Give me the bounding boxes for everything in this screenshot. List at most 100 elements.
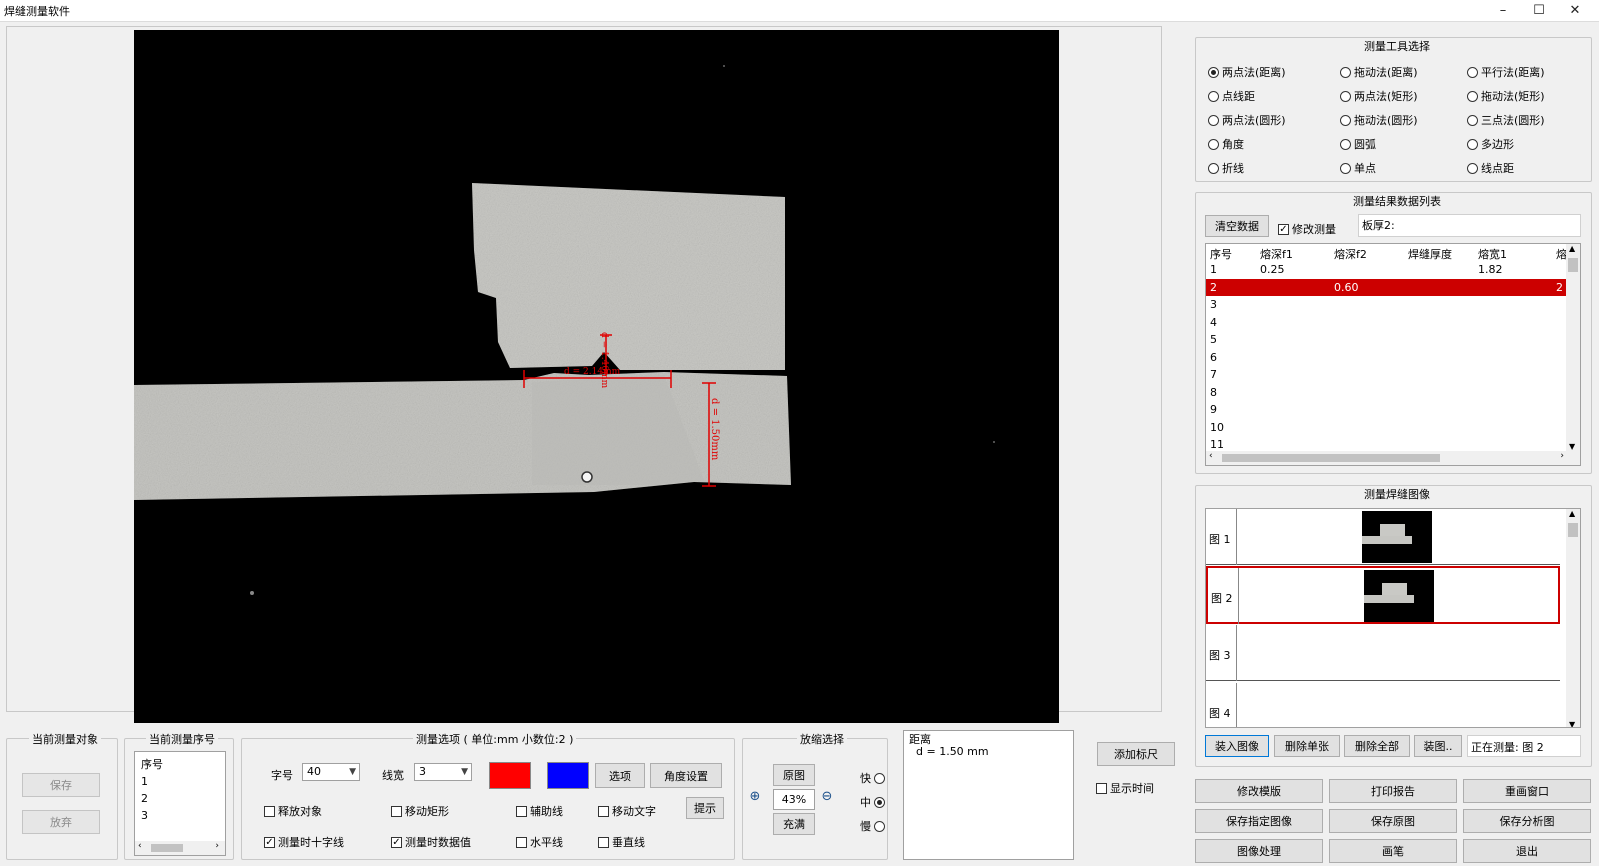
column-header[interactable]: 熔宽1 xyxy=(1478,246,1507,262)
table-row[interactable]: 9 xyxy=(1206,401,1580,418)
speed-slow-radio[interactable]: 慢 xyxy=(860,818,885,834)
action-button-1[interactable]: 打印报告 xyxy=(1329,779,1457,803)
table-row[interactable]: 6 xyxy=(1206,349,1580,366)
index-hscroll[interactable]: ‹ › xyxy=(135,841,225,855)
show-time-checkbox[interactable]: 显示时间 xyxy=(1096,780,1154,796)
option-checkbox-2[interactable]: 辅助线 xyxy=(516,803,563,819)
font-size-select[interactable]: 40 ▼ xyxy=(302,763,360,781)
zoom-in-icon[interactable]: ⊕ xyxy=(747,789,763,805)
column-header[interactable]: 焊缝厚度 xyxy=(1408,246,1452,262)
action-button-0[interactable]: 修改模版 xyxy=(1195,779,1323,803)
column-header[interactable]: 序号 xyxy=(1210,246,1232,262)
modify-measure-checkbox[interactable]: ✓ 修改测量 xyxy=(1278,221,1336,237)
primary-color-swatch[interactable] xyxy=(489,762,531,789)
tool-radio-10[interactable]: 圆弧 xyxy=(1340,136,1376,152)
marker-dot xyxy=(581,471,593,483)
tool-radio-9[interactable]: 角度 xyxy=(1208,136,1244,152)
index-list-item[interactable]: 1 xyxy=(141,773,219,790)
table-row[interactable]: 5 xyxy=(1206,331,1580,348)
option-checkbox-6[interactable]: 水平线 xyxy=(516,834,563,850)
angle-settings-button[interactable]: 角度设置 xyxy=(650,763,722,788)
table-row[interactable]: 1 0.25 1.82 xyxy=(1206,261,1580,278)
load-image-button[interactable]: 装入图像 xyxy=(1205,735,1269,757)
weld-image-canvas[interactable]: d = 2.14mm d = 1.40mm d = 1.50mm xyxy=(134,30,1059,723)
table-cell: 1 xyxy=(1210,263,1217,276)
options-button[interactable]: 选项 xyxy=(595,763,645,788)
image-list-vscroll[interactable]: ▲ ▼ xyxy=(1566,509,1580,727)
option-checkbox-3[interactable]: 移动文字 xyxy=(598,803,656,819)
action-button-4[interactable]: 保存原图 xyxy=(1329,809,1457,833)
close-button[interactable]: ✕ xyxy=(1557,0,1593,22)
zoom-value-field[interactable]: 43% xyxy=(773,789,815,810)
secondary-color-swatch[interactable] xyxy=(547,762,589,789)
column-header[interactable]: 熔深f1 xyxy=(1260,246,1293,262)
option-checkbox-4[interactable]: ✓ 测量时十字线 xyxy=(264,834,344,850)
fill-window-button[interactable]: 充满 xyxy=(773,813,815,835)
table-row[interactable]: 8 xyxy=(1206,384,1580,401)
original-size-button[interactable]: 原图 xyxy=(773,764,815,786)
current-index-list[interactable]: 序号 1 2 3 ‹ › xyxy=(134,751,226,856)
table-row[interactable]: 10 xyxy=(1206,419,1580,436)
add-ruler-button[interactable]: 添加标尺 xyxy=(1097,742,1175,766)
current-index-title: 当前测量序号 xyxy=(146,731,218,747)
results-vscroll[interactable]: ▲ ▼ xyxy=(1566,244,1580,451)
tool-radio-3[interactable]: 点线距 xyxy=(1208,88,1255,104)
index-list-item[interactable]: 3 xyxy=(141,807,219,824)
image-item-label: 图 3 xyxy=(1209,649,1231,662)
action-button-8[interactable]: 退出 xyxy=(1463,839,1591,863)
option-checkbox-0[interactable]: 释放对象 xyxy=(264,803,322,819)
current-object-title: 当前测量对象 xyxy=(29,731,101,747)
tool-radio-8[interactable]: 三点法(圆形) xyxy=(1467,112,1545,128)
clear-data-button[interactable]: 清空数据 xyxy=(1205,215,1269,237)
measure-options-title: 测量选项 ( 单位:mm 小数位:2 ) xyxy=(413,731,577,747)
results-table[interactable]: 序号 熔深f1 熔深f2 焊缝厚度 熔宽1 熔 1 0.25 1.82 2 0.60 2 3 4 5 6 7 8… xyxy=(1205,243,1581,466)
action-button-3[interactable]: 保存指定图像 xyxy=(1195,809,1323,833)
tool-radio-6[interactable]: 两点法(圆形) xyxy=(1208,112,1286,128)
speed-fast-radio[interactable]: 快 xyxy=(860,770,885,786)
load-more-button[interactable]: 装图.. xyxy=(1414,735,1462,757)
maximize-button[interactable]: ☐ xyxy=(1521,0,1557,22)
tool-radio-2[interactable]: 平行法(距离) xyxy=(1467,64,1545,80)
tool-radio-12[interactable]: 折线 xyxy=(1208,160,1244,176)
action-button-6[interactable]: 图像处理 xyxy=(1195,839,1323,863)
tool-radio-14[interactable]: 线点距 xyxy=(1467,160,1514,176)
board-thickness-field[interactable]: 板厚2: xyxy=(1358,214,1581,237)
action-button-2[interactable]: 重画窗口 xyxy=(1463,779,1591,803)
image-list-item[interactable]: 图 1 xyxy=(1206,509,1560,565)
table-row[interactable]: 2 0.60 2 xyxy=(1206,278,1568,296)
column-header[interactable]: 熔深f2 xyxy=(1334,246,1367,262)
tool-radio-0[interactable]: 两点法(距离) xyxy=(1208,64,1286,80)
image-list-item[interactable]: 图 4 xyxy=(1206,683,1560,727)
tool-radio-11[interactable]: 多边形 xyxy=(1467,136,1514,152)
option-checkbox-5[interactable]: ✓ 测量时数据值 xyxy=(391,834,471,850)
tool-radio-7[interactable]: 拖动法(圆形) xyxy=(1340,112,1418,128)
tool-radio-1[interactable]: 拖动法(距离) xyxy=(1340,64,1418,80)
table-row[interactable]: 4 xyxy=(1206,314,1580,331)
delete-all-button[interactable]: 删除全部 xyxy=(1344,735,1410,757)
tool-radio-4[interactable]: 两点法(矩形) xyxy=(1340,88,1418,104)
minimize-button[interactable]: – xyxy=(1485,0,1521,22)
option-checkbox-label: 测量时数据值 xyxy=(405,836,471,849)
option-checkbox-7[interactable]: 垂直线 xyxy=(598,834,645,850)
table-row[interactable]: 3 xyxy=(1206,296,1580,313)
option-checkbox-1[interactable]: 移动矩形 xyxy=(391,803,449,819)
tool-radio-13[interactable]: 单点 xyxy=(1340,160,1376,176)
image-list-item[interactable]: 图 2 xyxy=(1206,566,1560,624)
tool-radio-5[interactable]: 拖动法(矩形) xyxy=(1467,88,1545,104)
delete-single-button[interactable]: 删除单张 xyxy=(1274,735,1340,757)
hint-button[interactable]: 提示 xyxy=(686,797,724,819)
results-title: 测量结果数据列表 xyxy=(1350,193,1444,209)
action-button-7[interactable]: 画笔 xyxy=(1329,839,1457,863)
image-list-item[interactable]: 图 3 xyxy=(1206,625,1560,681)
image-list[interactable]: 图 1 图 2 图 3 图 4 ▲ ▼ xyxy=(1205,508,1581,728)
zoom-out-icon[interactable]: ⊖ xyxy=(819,789,835,805)
speed-mid-radio[interactable]: 中 xyxy=(860,794,885,810)
index-list-item[interactable]: 2 xyxy=(141,790,219,807)
results-hscroll[interactable]: ‹ › xyxy=(1206,451,1580,465)
index-list-item[interactable]: 序号 xyxy=(141,756,219,773)
save-object-button[interactable]: 保存 xyxy=(22,773,100,797)
discard-object-button[interactable]: 放弃 xyxy=(22,810,100,834)
action-button-5[interactable]: 保存分析图 xyxy=(1463,809,1591,833)
table-row[interactable]: 7 xyxy=(1206,366,1580,383)
line-width-select[interactable]: 3 ▼ xyxy=(414,763,472,781)
